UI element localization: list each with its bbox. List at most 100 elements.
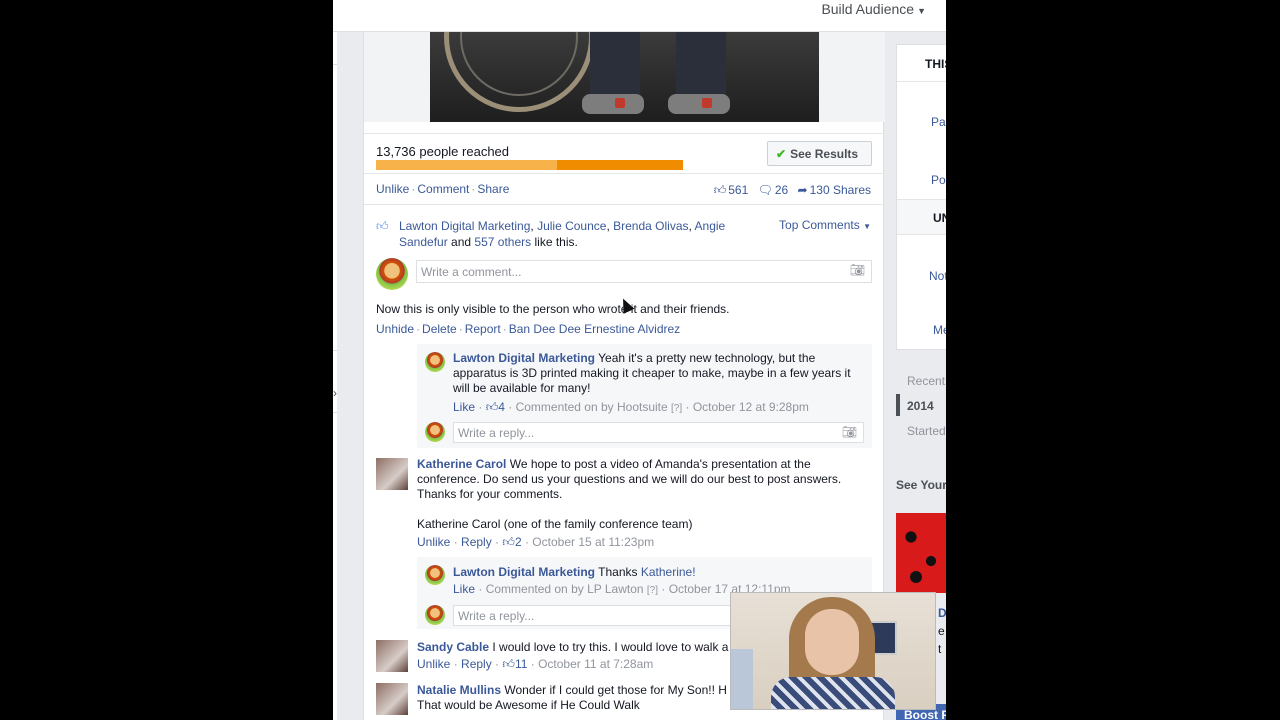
avatar	[425, 605, 445, 625]
like-count[interactable]: 4	[498, 400, 505, 414]
top-comments-label: Top Comments	[779, 218, 860, 232]
comment-meta: Unlike · Reply · 👍︎2 · October 15 at 11:…	[417, 535, 655, 549]
avatar	[425, 422, 445, 442]
build-audience-label: Build Audience	[821, 1, 915, 17]
comment-link[interactable]: Comment	[417, 182, 469, 196]
divider	[333, 412, 337, 413]
unhide-link[interactable]: Unhide	[376, 322, 414, 336]
mention-link[interactable]: Katherine!	[641, 565, 696, 579]
reach-text: 13,736 people reached	[376, 144, 510, 159]
chevron-right-icon[interactable]: ›	[333, 386, 337, 400]
build-audience-menu[interactable]: Build Audience ▼	[821, 1, 926, 17]
post-photo[interactable]	[430, 32, 819, 122]
report-link[interactable]: Report	[465, 322, 501, 336]
reply-meta: Like · 👍︎4 · Commented on by Hootsuite […	[453, 400, 809, 414]
commenter-name[interactable]: Sandy Cable	[417, 640, 489, 654]
leg-shape	[590, 32, 640, 102]
camera-icon[interactable]: 📷︎	[842, 425, 857, 439]
help-link[interactable]: [?]	[671, 403, 682, 414]
left-column-edge	[333, 32, 337, 720]
reply-link[interactable]: Reply	[461, 657, 492, 671]
post-photo-container	[364, 32, 885, 122]
commenter-name[interactable]: Natalie Mullins	[417, 683, 501, 697]
top-bar: Build Audience ▼	[333, 0, 946, 32]
comment-time[interactable]: October 15 at 11:23pm	[532, 535, 654, 549]
avatar	[425, 565, 445, 585]
unlike-link[interactable]: Unlike	[417, 535, 450, 549]
likes-count[interactable]: 561	[728, 183, 748, 197]
commenter-name[interactable]: Lawton Digital Marketing	[453, 351, 595, 365]
webcam-video-overlay	[730, 592, 936, 710]
post-stats: 👍︎ 561 🗨︎ 26 ➦ 130 Shares	[714, 183, 871, 198]
reply-thread: Lawton Digital Marketing Yeah it's a pre…	[417, 344, 872, 448]
reply-placeholder: Write a reply...	[458, 609, 535, 623]
unlike-link[interactable]: Unlike	[417, 657, 450, 671]
insights-box: THIS Pag Pos UN Not Me	[896, 44, 946, 350]
help-link[interactable]: [?]	[647, 585, 658, 596]
divider	[333, 64, 337, 65]
timeline-2014[interactable]: 2014	[907, 399, 934, 413]
reply-link[interactable]: Reply	[461, 535, 492, 549]
comments-count[interactable]: 26	[775, 183, 788, 197]
timeline-selected-marker	[896, 394, 900, 416]
comment-bubble-icon: 🗨︎	[757, 183, 773, 197]
ad-text-t: t	[938, 642, 942, 656]
top-comments-dropdown[interactable]: Top Comments ▼	[779, 218, 871, 232]
comment-text: I would love to try this. I would love t…	[492, 640, 729, 654]
reply-time[interactable]: October 12 at 9:28pm	[693, 400, 809, 414]
thumbs-up-icon: 👍︎	[502, 657, 515, 671]
like-link[interactable]: Like	[453, 582, 475, 596]
comment-input[interactable]: Write a comment... 📷︎	[416, 260, 872, 283]
avatar	[376, 458, 408, 490]
shoe-shape	[668, 94, 730, 114]
post-reach-link[interactable]: Pos	[931, 173, 946, 187]
divider	[364, 173, 885, 174]
shares-count[interactable]: 130 Shares	[810, 183, 871, 197]
timeline-nav: Recent 2014 Started	[896, 370, 946, 446]
timeline-started[interactable]: Started	[907, 424, 946, 438]
separator-dot: ·	[502, 322, 507, 336]
liker-link[interactable]: Brenda Olivas	[613, 219, 688, 233]
presenter-shirt	[771, 677, 895, 709]
shoe-detail	[702, 98, 712, 108]
like-link[interactable]: Like	[453, 400, 475, 414]
thumbs-up-icon: 👍︎	[376, 219, 389, 233]
like-count[interactable]: 11	[515, 657, 527, 671]
see-results-button[interactable]: ✔ See Results	[767, 141, 872, 166]
comment-text: Wonder if I could get those for My Son!!…	[504, 683, 727, 697]
delete-link[interactable]: Delete	[422, 322, 457, 336]
commenter-name[interactable]: Katherine Carol	[417, 457, 506, 471]
leg-shape	[676, 32, 726, 102]
hidden-comment-note: Now this is only visible to the person w…	[376, 302, 730, 316]
timeline-recent[interactable]: Recent	[907, 374, 945, 388]
separator-dot: ·	[458, 322, 463, 336]
avatar	[376, 258, 408, 290]
background-lamp	[731, 649, 753, 709]
ad-image[interactable]	[896, 513, 946, 593]
ad-text-d: D	[938, 606, 946, 620]
notifications-link[interactable]: Not	[929, 269, 946, 283]
page-likes-link[interactable]: Pag	[931, 115, 946, 129]
camera-icon[interactable]: 📷︎	[850, 263, 865, 277]
ban-link[interactable]: Ban Dee Dee Ernestine Alvidrez	[509, 322, 680, 336]
comment-time[interactable]: October 11 at 7:28am	[538, 657, 653, 671]
see-your-ad-header: See Your	[896, 478, 946, 492]
this-week-header: THIS	[925, 57, 946, 71]
separator-dot: ·	[416, 322, 421, 336]
liker-link[interactable]: Julie Counce	[537, 219, 606, 233]
caret-down-icon: ▼	[863, 222, 871, 231]
others-link[interactable]: 557 others	[474, 235, 531, 249]
commenter-name[interactable]: Lawton Digital Marketing	[453, 565, 595, 579]
reply-input[interactable]: Write a reply... 📷︎	[453, 422, 864, 443]
write-comment-row: Write a comment... 📷︎	[376, 258, 874, 290]
see-results-label: See Results	[790, 147, 859, 161]
liker-link[interactable]: Lawton Digital Marketing	[399, 219, 530, 233]
messages-link[interactable]: Me	[933, 323, 946, 337]
comment: Katherine Carol We hope to post a video …	[376, 456, 874, 556]
unlike-link[interactable]: Unlike	[376, 182, 409, 196]
divider	[364, 204, 885, 205]
share-link[interactable]: Share	[477, 182, 509, 196]
comment-placeholder: Write a comment...	[421, 265, 522, 279]
reach-progress-bar	[376, 160, 683, 170]
like-count[interactable]: 2	[515, 535, 522, 549]
